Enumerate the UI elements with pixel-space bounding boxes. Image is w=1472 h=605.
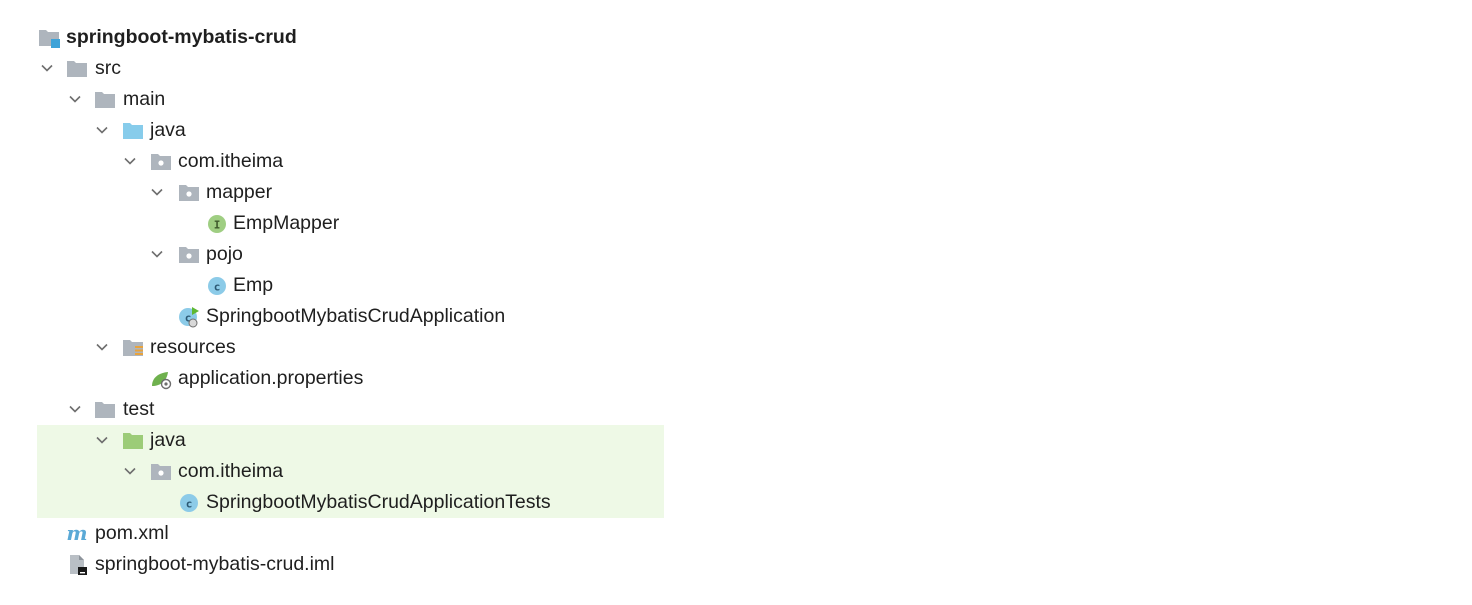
- tree-node-empmapper[interactable]: I EmpMapper: [37, 208, 664, 239]
- spring-boot-class-icon: c: [177, 306, 201, 328]
- tree-node-emp[interactable]: c Emp: [37, 270, 664, 301]
- tree-node-label: springboot-mybatis-crud.iml: [95, 553, 335, 575]
- package-icon: [149, 461, 173, 483]
- tree-node-package-mapper[interactable]: mapper: [37, 177, 664, 208]
- package-icon: [177, 244, 201, 266]
- chevron-down-icon[interactable]: [95, 123, 109, 137]
- package-icon: [149, 151, 173, 173]
- tree-node-package-com-itheima[interactable]: com.itheima: [37, 146, 664, 177]
- class-icon: c: [177, 492, 201, 514]
- folder-icon: [93, 399, 117, 421]
- folder-icon: [93, 89, 117, 111]
- spring-properties-icon: [149, 368, 173, 390]
- tree-node-label: com.itheima: [178, 460, 284, 482]
- tree-node-main[interactable]: main: [37, 84, 664, 115]
- tree-node-application-class[interactable]: c SpringbootMybatisCrudApplication: [37, 301, 664, 332]
- tree-node-label: java: [150, 119, 186, 141]
- tree-node-label: src: [95, 57, 121, 79]
- tree-node-iml-file[interactable]: springboot-mybatis-crud.iml: [37, 549, 664, 580]
- tree-node-label: pom.xml: [95, 522, 169, 544]
- tree-node-src[interactable]: src: [37, 53, 664, 84]
- chevron-down-icon[interactable]: [68, 92, 82, 106]
- tree-node-label: mapper: [206, 181, 273, 203]
- tree-node-label: test: [123, 398, 155, 420]
- tree-node-test-package-com-itheima[interactable]: com.itheima: [37, 456, 664, 487]
- project-tree: springboot-mybatis-crud src main java co…: [37, 22, 664, 580]
- chevron-down-icon[interactable]: [123, 464, 137, 478]
- svg-text:m: m: [66, 523, 87, 545]
- tree-node-label: pojo: [206, 243, 243, 265]
- chevron-down-icon[interactable]: [40, 61, 54, 75]
- chevron-down-icon[interactable]: [150, 185, 164, 199]
- tree-node-label: application.properties: [178, 367, 364, 389]
- tree-node-label: java: [150, 429, 186, 451]
- folder-icon: [65, 58, 89, 80]
- package-icon: [177, 182, 201, 204]
- tree-node-label: Emp: [233, 274, 274, 296]
- chevron-down-icon[interactable]: [123, 154, 137, 168]
- tree-node-label: springboot-mybatis-crud: [66, 26, 297, 48]
- test-source-folder-icon: [121, 430, 145, 452]
- source-folder-icon: [121, 120, 145, 142]
- chevron-down-icon[interactable]: [68, 402, 82, 416]
- chevron-down-icon[interactable]: [95, 433, 109, 447]
- tree-node-label: resources: [150, 336, 236, 358]
- tree-node-application-properties[interactable]: application.properties: [37, 363, 664, 394]
- svg-text:I: I: [214, 219, 221, 232]
- tree-node-label: SpringbootMybatisCrudApplicationTests: [206, 491, 551, 513]
- project-folder-icon: [37, 27, 61, 49]
- tree-node-java-main[interactable]: java: [37, 115, 664, 146]
- tree-node-pom-xml[interactable]: m pom.xml: [37, 518, 664, 549]
- maven-icon: m: [65, 523, 89, 545]
- tree-node-label: SpringbootMybatisCrudApplication: [206, 305, 506, 327]
- tree-node-label: EmpMapper: [233, 212, 340, 234]
- svg-text:c: c: [214, 281, 221, 294]
- tree-node-test[interactable]: test: [37, 394, 664, 425]
- chevron-down-icon[interactable]: [95, 340, 109, 354]
- interface-icon: I: [205, 213, 229, 235]
- tree-node-project-root[interactable]: springboot-mybatis-crud: [37, 22, 664, 53]
- tree-node-java-test[interactable]: java: [37, 425, 664, 456]
- tree-node-package-pojo[interactable]: pojo: [37, 239, 664, 270]
- svg-text:c: c: [186, 498, 193, 511]
- tree-node-application-tests-class[interactable]: c SpringbootMybatisCrudApplicationTests: [37, 487, 664, 518]
- tree-node-label: com.itheima: [178, 150, 284, 172]
- iml-file-icon: [65, 554, 89, 576]
- resources-folder-icon: [121, 337, 145, 359]
- chevron-down-icon[interactable]: [150, 247, 164, 261]
- class-icon: c: [205, 275, 229, 297]
- tree-node-label: main: [123, 88, 166, 110]
- tree-node-resources[interactable]: resources: [37, 332, 664, 363]
